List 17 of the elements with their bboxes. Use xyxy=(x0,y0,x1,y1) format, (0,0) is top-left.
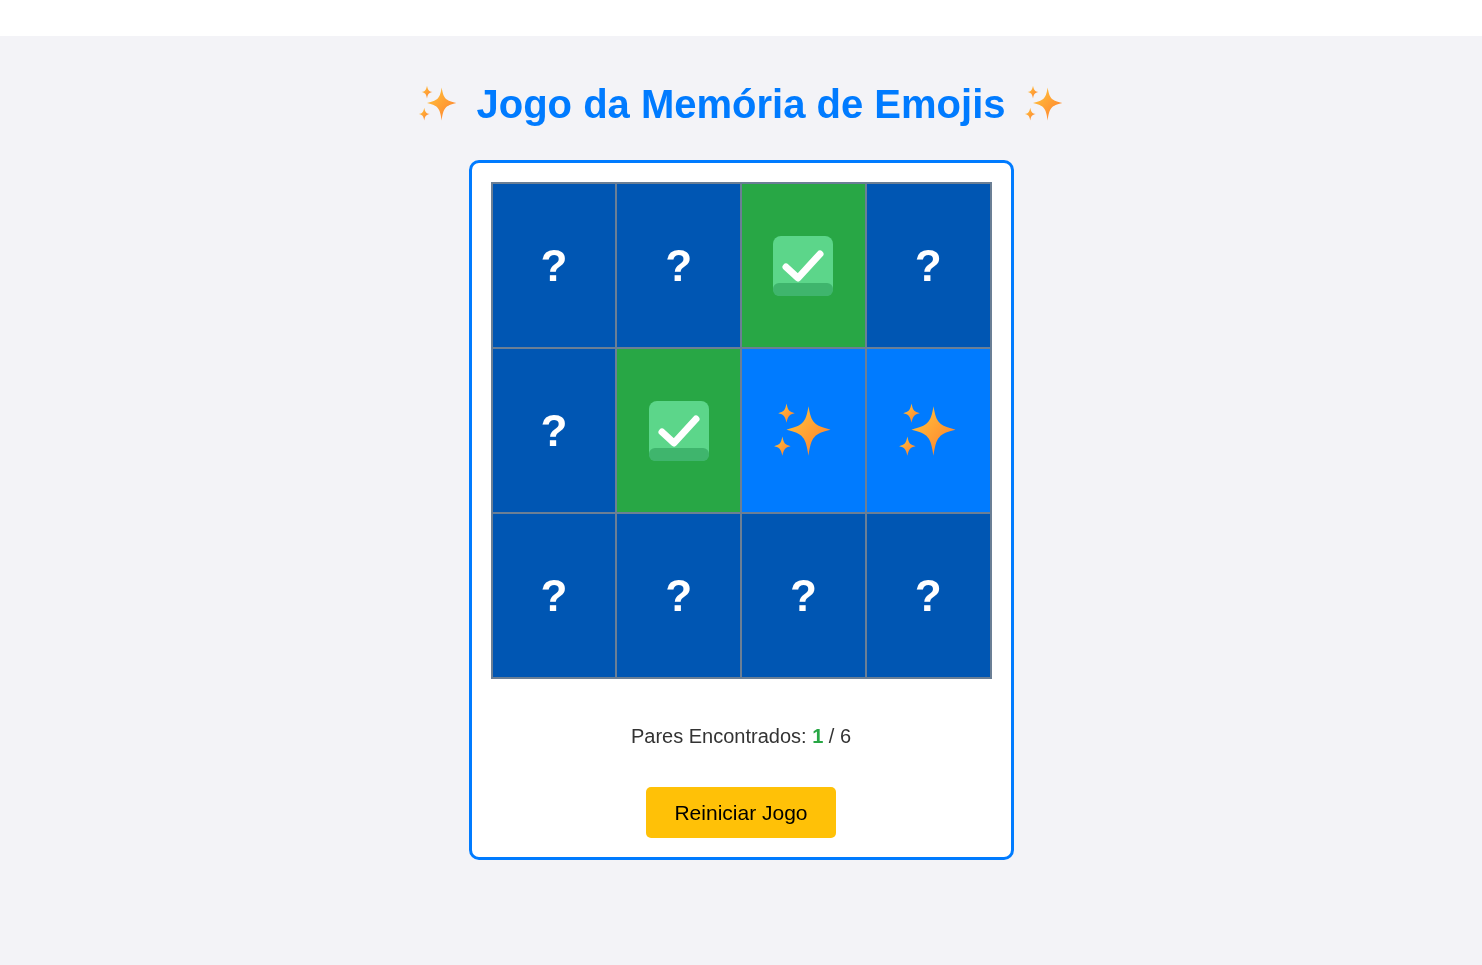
restart-button[interactable]: Reiniciar Jogo xyxy=(646,787,836,838)
memory-card[interactable]: ? xyxy=(616,513,741,678)
memory-card[interactable]: ? xyxy=(865,183,991,348)
memory-card[interactable] xyxy=(741,183,866,348)
checkmark-icon xyxy=(647,399,710,462)
memory-card[interactable] xyxy=(865,348,991,513)
page-title: Jogo da Memória de Emojis xyxy=(476,81,1006,128)
score-text: Pares Encontrados: 1 / 6 xyxy=(630,724,852,749)
memory-card[interactable]: ? xyxy=(616,183,741,348)
memory-card[interactable]: ? xyxy=(865,513,991,678)
memory-card[interactable] xyxy=(616,348,741,513)
memory-card[interactable]: ? xyxy=(491,183,617,348)
memory-card[interactable]: ? xyxy=(491,513,617,678)
memory-card[interactable]: ? xyxy=(491,348,617,513)
memory-card[interactable] xyxy=(741,348,866,513)
memory-card[interactable]: ? xyxy=(741,513,866,678)
checkmark-icon xyxy=(772,234,835,297)
